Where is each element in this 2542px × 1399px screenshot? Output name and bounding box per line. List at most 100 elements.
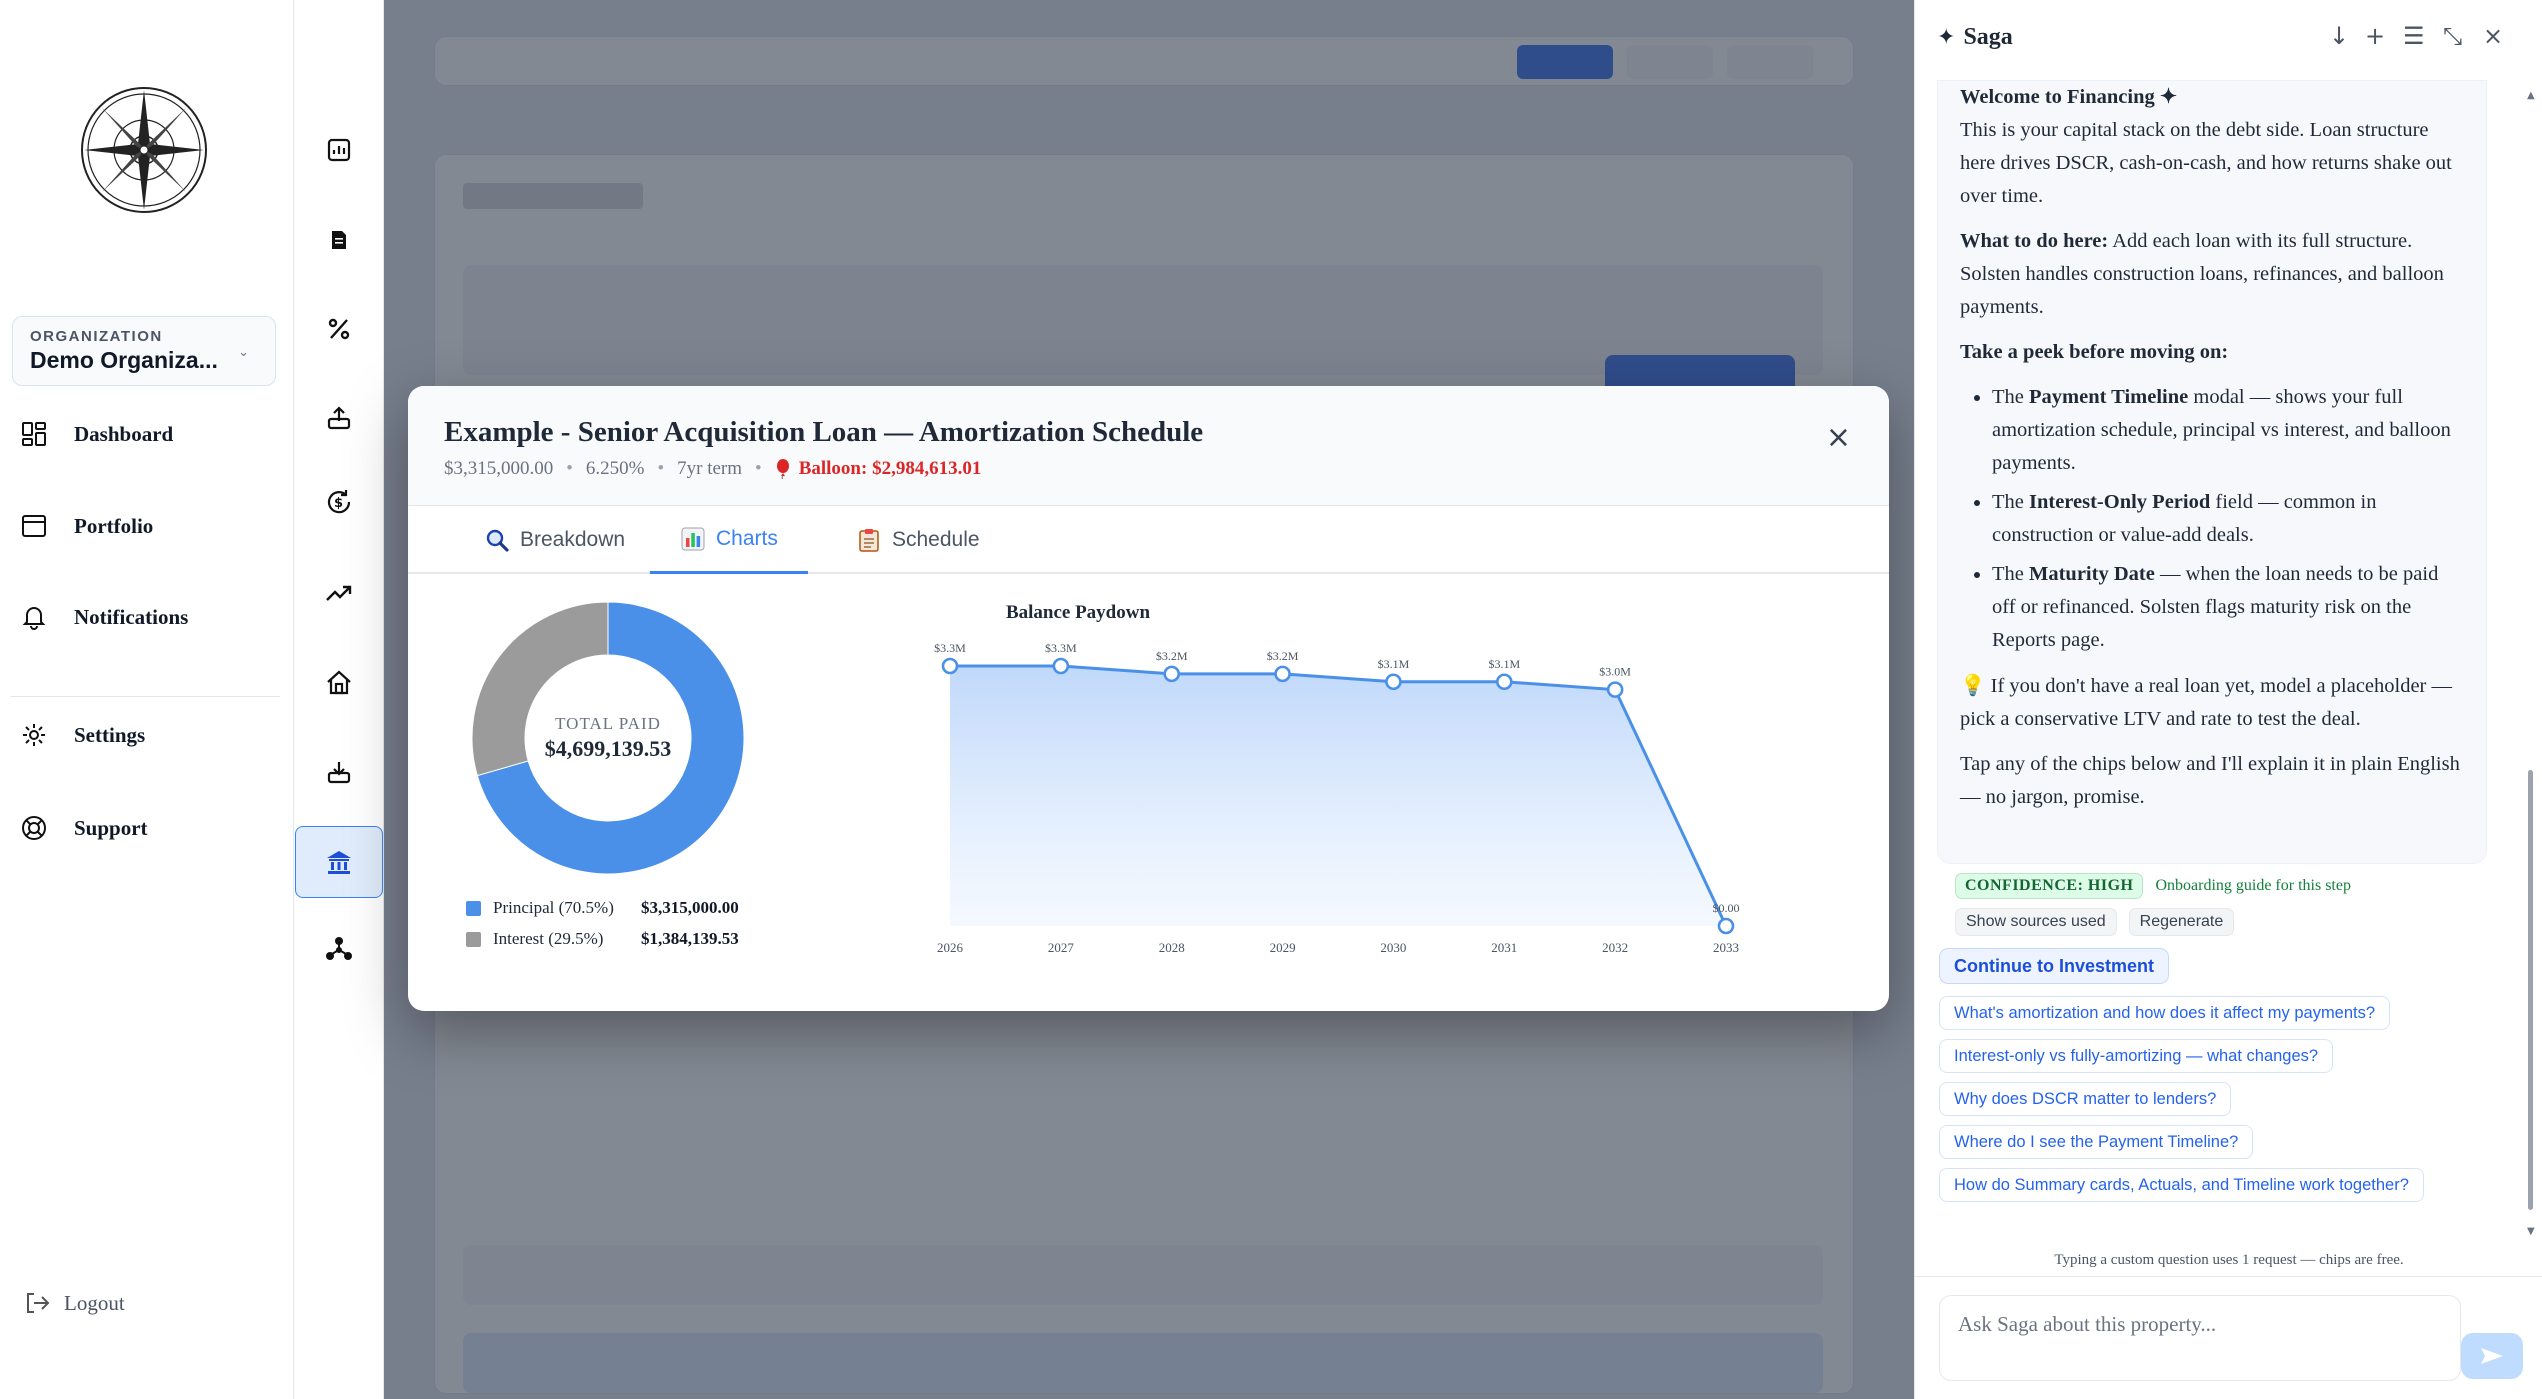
menu-icon[interactable]: ☰ (2403, 22, 2425, 50)
suggestion-chip[interactable]: Interest-only vs fully-amortizing — what… (1939, 1039, 2334, 1073)
saga-assistant-panel: ✦ Saga ↓ + ☰ ⤡ × Welcome to Financing ✦ … (1914, 0, 2542, 1399)
loan-rate: 6.250% (585, 458, 645, 479)
feature-list: The Payment Timeline modal — shows your … (1960, 381, 2462, 657)
data-point[interactable] (1495, 673, 1513, 691)
nav-portfolio[interactable]: Portfolio (16, 504, 276, 548)
bullet-pre: The (1992, 386, 2029, 408)
rail-upload-button[interactable] (294, 382, 384, 454)
tab-charts[interactable]: Charts (650, 506, 808, 574)
scroll-up-arrow-icon[interactable]: ▲ (2527, 90, 2535, 101)
document-icon (328, 229, 350, 251)
scroll-down-icon[interactable]: ↓ (2329, 22, 2349, 50)
balance-area (950, 666, 1726, 926)
sidebar: ORGANIZATION Demo Organiza... ⌄ Dashboar… (0, 0, 294, 1399)
list-item: The Maturity Date — when the loan needs … (1992, 558, 2462, 657)
saga-scrollbar[interactable]: ▲ ▼ (2525, 90, 2535, 1240)
nav-portfolio-label: Portfolio (74, 513, 154, 538)
data-label: $3.1M (1488, 657, 1520, 671)
data-label: $3.3M (1045, 641, 1077, 655)
data-point[interactable] (1385, 673, 1402, 691)
lifebuoy-icon (16, 810, 52, 846)
data-point[interactable] (1606, 681, 1624, 698)
tab-schedule-label: Schedule (892, 528, 980, 551)
clipboard-icon (856, 527, 882, 553)
close-icon[interactable]: × (2483, 22, 2503, 50)
modal-tabs: Breakdown Charts Schedule (408, 506, 1889, 574)
list-item: The Interest-Only Period field — common … (1992, 486, 2462, 552)
usage-note: Typing a custom question uses 1 request … (2054, 1252, 2404, 1268)
saga-title-text: Saga (1963, 24, 2013, 50)
separator-dot: • (657, 458, 665, 479)
donut-center: TOTAL PAID $4,699,139.53 (470, 600, 746, 876)
nav-support-label: Support (74, 815, 148, 840)
tab-schedule[interactable]: Schedule (846, 506, 990, 574)
bullet-bold: Payment Timeline (2029, 386, 2189, 408)
rail-document-button[interactable] (294, 204, 384, 276)
nav-dashboard-label: Dashboard (74, 421, 174, 446)
bell-icon (16, 599, 52, 635)
x-tick-label: 2032 (1602, 940, 1628, 955)
close-icon[interactable]: × (1826, 420, 1851, 455)
rail-bank-button[interactable] (295, 826, 383, 898)
rail-bar-chart-button[interactable] (294, 114, 384, 186)
suggestion-chip[interactable]: How do Summary cards, Actuals, and Timel… (1939, 1168, 2424, 1202)
sidebar-divider (10, 696, 280, 697)
nav-notifications-label: Notifications (74, 604, 189, 629)
show-sources-button[interactable]: Show sources used (1955, 908, 2117, 936)
legend-interest-label: Interest (29.5%) (493, 929, 604, 948)
ask-saga-input[interactable] (1939, 1295, 2461, 1381)
regenerate-button[interactable]: Regenerate (2128, 908, 2235, 936)
nav-settings[interactable]: Settings (16, 713, 276, 757)
message-heading: Welcome to Financing ✦ (1960, 86, 2178, 108)
organization-selector[interactable]: ORGANIZATION Demo Organiza... ⌄ (12, 316, 276, 386)
rail-network-button[interactable] (294, 913, 384, 985)
scroll-down-arrow-icon[interactable]: ▼ (2527, 1226, 2535, 1237)
scrollbar-thumb[interactable] (2528, 770, 2533, 1210)
expand-icon[interactable]: ⤡ (2443, 22, 2462, 50)
suggestion-chip[interactable]: What's amortization and how does it affe… (1939, 996, 2391, 1030)
suggestion-chip[interactable]: Where do I see the Payment Timeline? (1939, 1125, 2254, 1159)
magnifier-icon (484, 527, 510, 553)
modal-title: Example - Senior Acquisition Loan — Amor… (444, 416, 1204, 448)
rail-dollar-cycle-button[interactable]: $ (294, 466, 384, 538)
suggestion-chip[interactable]: Why does DSCR matter to lenders? (1939, 1082, 2232, 1116)
legend-principal-value: $3,315,000.00 (641, 898, 739, 917)
rail-percent-button[interactable] (294, 293, 384, 365)
legend-principal: Principal (70.5%) $3,315,000.00 (466, 898, 739, 918)
x-tick-label: 2028 (1159, 940, 1185, 955)
data-point[interactable] (1163, 665, 1181, 683)
send-button[interactable] (2461, 1333, 2523, 1379)
data-label: $3.2M (1267, 649, 1299, 663)
rail-house-button[interactable] (294, 647, 384, 719)
tab-breakdown[interactable]: Breakdown (476, 506, 633, 574)
legend-swatch-principal (466, 900, 481, 916)
data-point[interactable] (1052, 657, 1070, 675)
data-point[interactable] (941, 657, 959, 675)
amortization-modal: Example - Senior Acquisition Loan — Amor… (408, 386, 1889, 1011)
data-label: $3.0M (1599, 665, 1631, 679)
saga-title: ✦ Saga (1937, 24, 2013, 51)
total-paid-label: TOTAL PAID (555, 714, 661, 733)
x-tick-label: 2027 (1048, 940, 1075, 955)
continue-to-investment-button[interactable]: Continue to Investment (1939, 948, 2170, 984)
nav-notifications[interactable]: Notifications (16, 595, 276, 639)
nav-dashboard[interactable]: Dashboard (16, 412, 276, 456)
rail-trend-button[interactable] (294, 557, 384, 629)
tab-charts-label: Charts (716, 526, 778, 550)
new-chat-icon[interactable]: + (2365, 22, 2385, 50)
data-point[interactable] (1717, 917, 1735, 935)
assistant-message: Welcome to Financing ✦ This is your capi… (1937, 80, 2487, 864)
confidence-note: Onboarding guide for this step (2155, 877, 2351, 894)
loan-meta: $3,315,000.00 • 6.250% • 7yr term • Ball… (444, 458, 981, 480)
logout-button[interactable]: Logout (24, 1290, 125, 1316)
bank-icon (325, 848, 353, 876)
x-tick-label: 2029 (1270, 940, 1296, 955)
message-what: What to do here: Add each loan with its … (1960, 225, 2462, 324)
section-rail: $ (294, 0, 384, 1399)
data-point[interactable] (1274, 665, 1291, 683)
message-tip: 💡 If you don't have a real loan yet, mod… (1960, 669, 2462, 736)
loan-term: 7yr term (677, 458, 743, 479)
rail-download-button[interactable] (294, 736, 384, 808)
message-actions: Show sources used Regenerate (1955, 908, 2246, 936)
nav-support[interactable]: Support (16, 806, 276, 850)
